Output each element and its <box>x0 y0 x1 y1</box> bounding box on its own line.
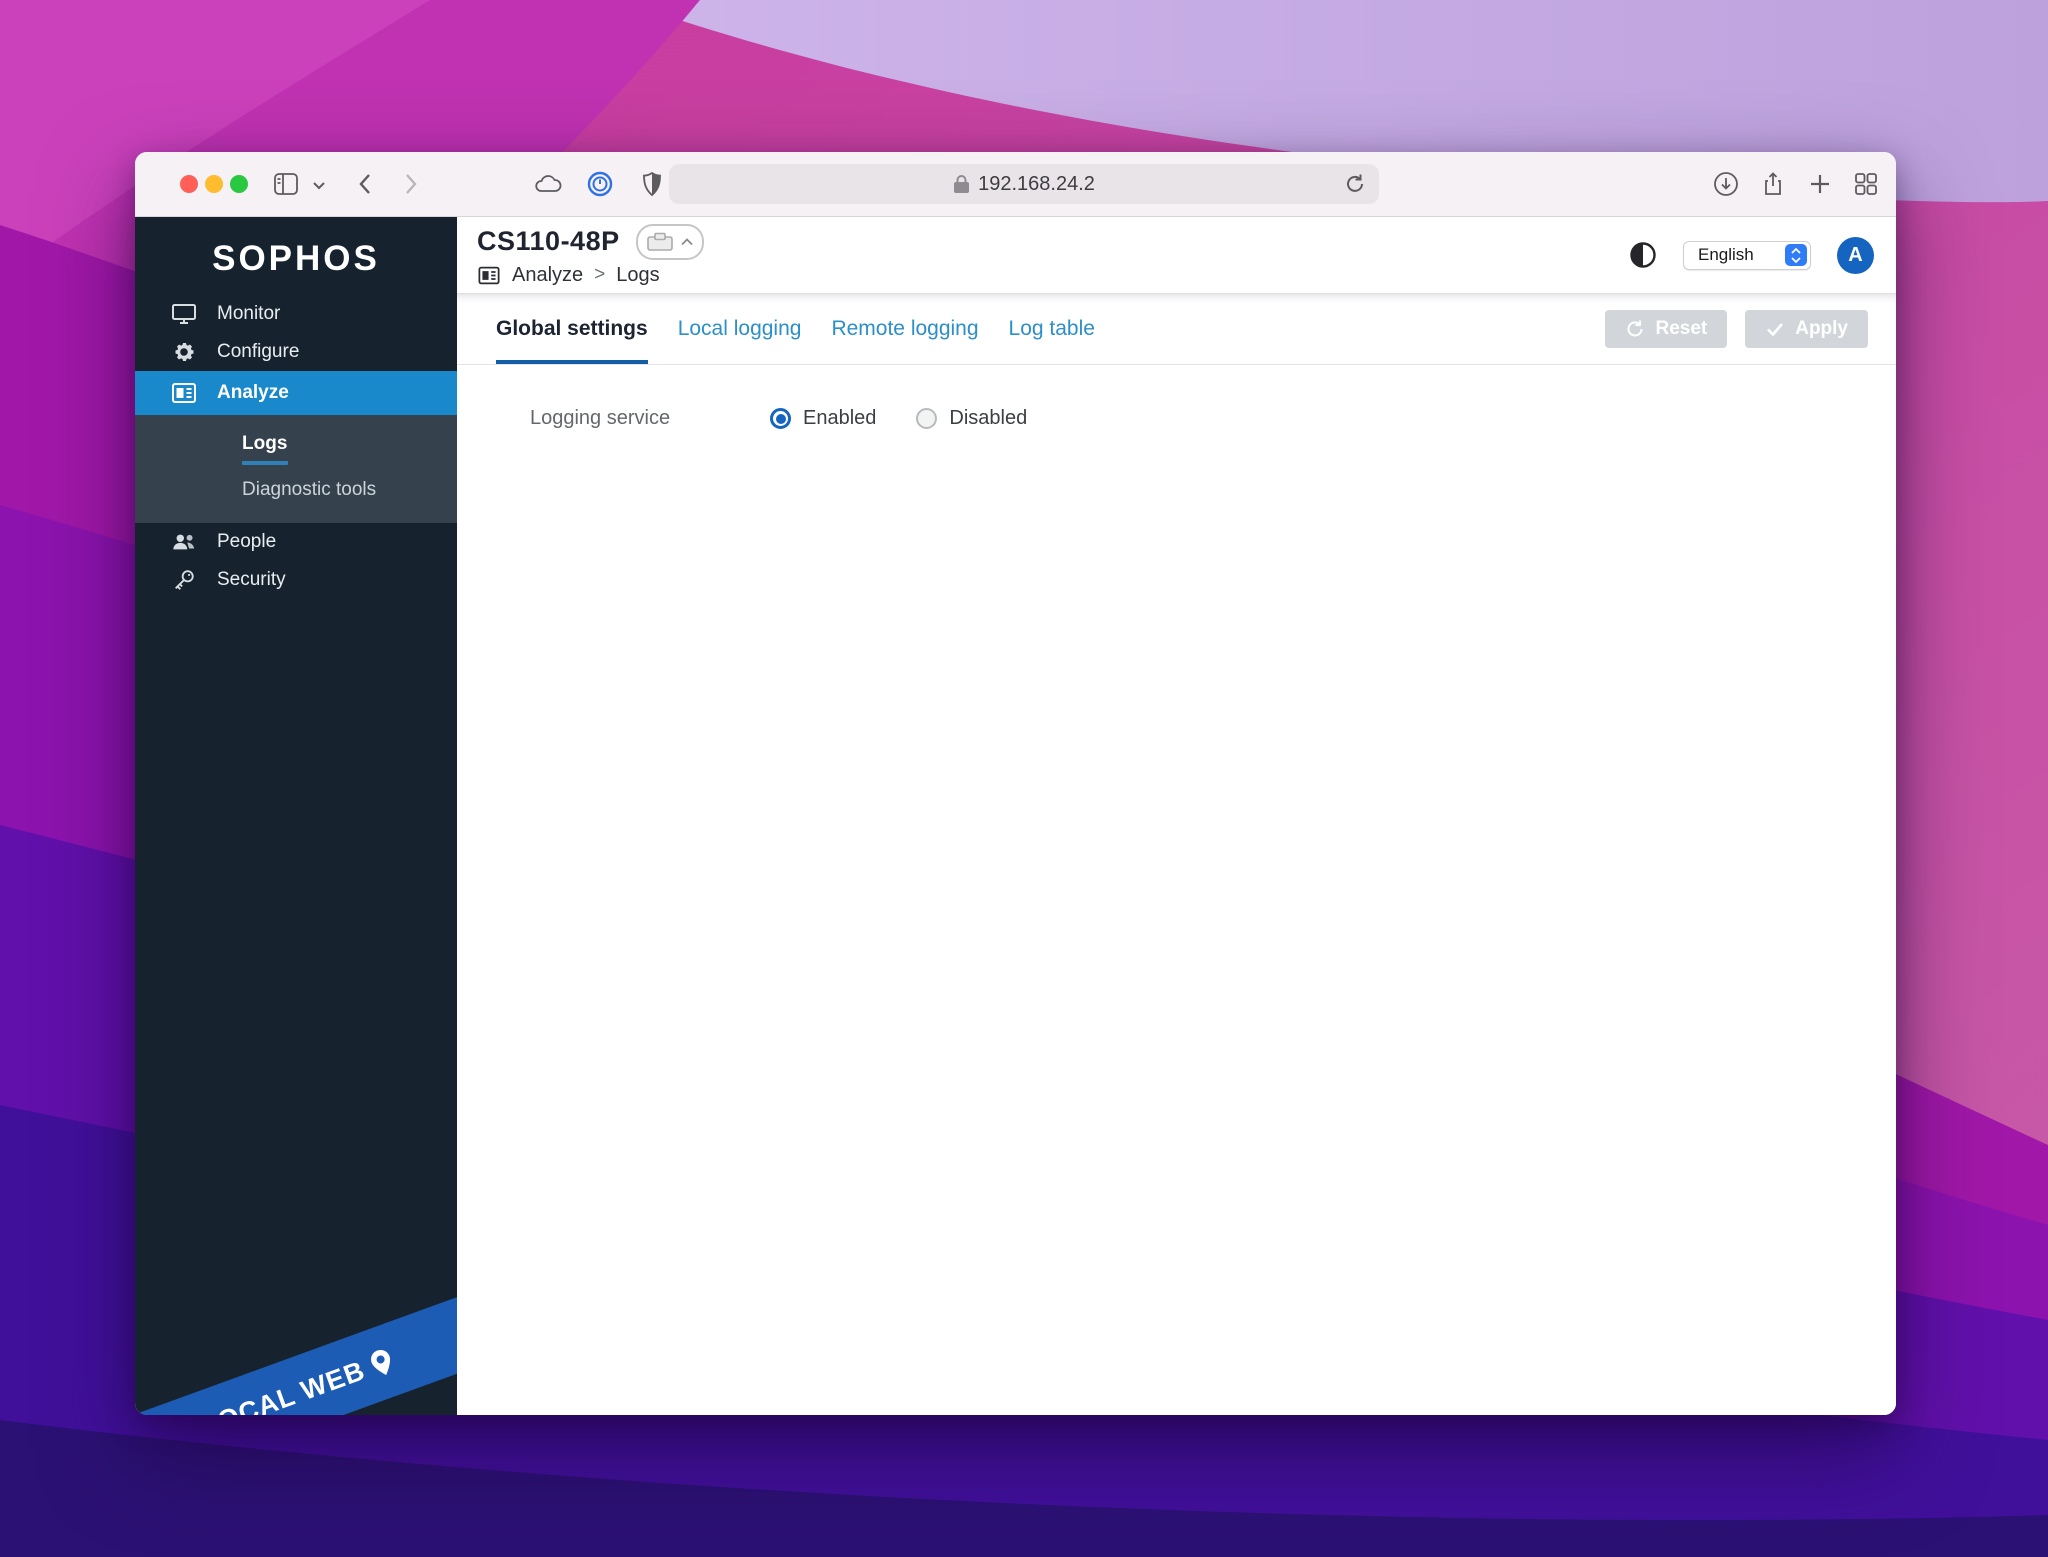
refresh-icon <box>1627 320 1643 337</box>
sidebar-toggle-icon[interactable] <box>273 171 299 197</box>
new-tab-icon[interactable] <box>1807 171 1833 197</box>
tab-local-logging[interactable]: Local logging <box>678 294 802 364</box>
forward-icon[interactable] <box>397 171 423 197</box>
reload-icon[interactable] <box>1343 172 1367 196</box>
radio-enabled[interactable] <box>770 408 791 429</box>
select-stepper-icon <box>1785 244 1807 266</box>
zoom-window-button[interactable] <box>230 175 248 193</box>
downloads-icon[interactable] <box>1713 171 1739 197</box>
tab-actions: Reset Apply <box>1605 310 1868 348</box>
tab-overview-icon[interactable] <box>1853 171 1879 197</box>
radio-disabled-label: Disabled <box>949 407 1028 429</box>
tab-global-settings[interactable]: Global settings <box>496 294 648 364</box>
window-main: SOPHOS Monitor Configure Analyze Logs Di… <box>135 217 1896 1415</box>
local-web-ribbon: LOCAL WEB <box>135 1288 457 1415</box>
switch-device-icon <box>647 232 673 251</box>
sidebar-item-label: People <box>217 531 277 552</box>
content-area: CS110-48P Analyze > Logs English A Globa… <box>457 217 1896 1415</box>
sophos-logo: SOPHOS <box>212 239 380 278</box>
sidebar-item-monitor[interactable]: Monitor <box>135 295 457 333</box>
check-icon <box>1767 323 1784 337</box>
sidebar-item-configure[interactable]: Configure <box>135 333 457 371</box>
sidebar-subitem-diagnostic-tools[interactable]: Diagnostic tools <box>135 471 457 509</box>
icloud-icon[interactable] <box>533 171 563 197</box>
logging-service-label: Logging service <box>530 407 671 429</box>
chevron-down-icon[interactable] <box>311 177 327 193</box>
address-bar[interactable]: 192.168.24.2 <box>669 164 1379 204</box>
language-select[interactable]: English <box>1683 240 1811 270</box>
sidebar-subitem-logs[interactable]: Logs <box>135 425 457 457</box>
sidebar-item-label: Monitor <box>217 303 281 324</box>
breadcrumb-section[interactable]: Analyze <box>512 264 583 287</box>
tab-remote-logging[interactable]: Remote logging <box>831 294 978 364</box>
onepassword-icon[interactable] <box>587 171 613 197</box>
sidebar-item-analyze[interactable]: Analyze <box>135 371 457 415</box>
logs-active-underline <box>242 461 288 465</box>
sidebar-item-label: Configure <box>217 341 300 362</box>
logging-service-row: Logging service Enabled Disabled <box>530 407 1856 430</box>
sidebar-item-people[interactable]: People <box>135 523 457 561</box>
page-header: CS110-48P Analyze > Logs English A <box>457 217 1896 294</box>
breadcrumb-analyze-icon <box>478 266 500 284</box>
device-selector-button[interactable] <box>635 223 704 260</box>
apply-button[interactable]: Apply <box>1745 310 1868 348</box>
radio-enabled-label: Enabled <box>803 407 877 429</box>
theme-contrast-toggle-icon[interactable] <box>1629 241 1657 269</box>
sidebar-item-security[interactable]: Security <box>135 561 457 599</box>
lock-icon <box>953 174 970 194</box>
people-icon <box>169 530 199 554</box>
minimize-window-button[interactable] <box>205 175 223 193</box>
monitor-icon <box>169 302 199 326</box>
local-web-label: LOCAL WEB <box>197 1354 369 1415</box>
close-window-button[interactable] <box>180 175 198 193</box>
avatar-initial: A <box>1848 243 1863 266</box>
key-icon <box>169 568 199 592</box>
user-avatar[interactable]: A <box>1837 236 1874 274</box>
breadcrumb-separator: > <box>594 264 606 285</box>
sophos-sidebar: SOPHOS Monitor Configure Analyze Logs Di… <box>135 217 457 1415</box>
chevron-up-icon <box>681 237 693 245</box>
device-name: CS110-48P <box>477 226 620 256</box>
global-settings-panel: Logging service Enabled Disabled <box>457 365 1896 1415</box>
logging-enabled-option[interactable]: Enabled <box>770 407 876 430</box>
radio-disabled[interactable] <box>916 408 938 429</box>
sidebar-item-label: Security <box>217 569 286 590</box>
page-header-right: English A <box>1629 236 1874 274</box>
map-pin-icon <box>371 1349 391 1375</box>
breadcrumb: Analyze > Logs <box>477 264 704 287</box>
sidebar-menu: Monitor Configure Analyze Logs Diagnosti… <box>135 295 457 599</box>
tabs: Global settings Local logging Remote log… <box>496 294 1095 364</box>
tab-log-table[interactable]: Log table <box>1009 294 1095 364</box>
logging-disabled-option[interactable]: Disabled <box>916 407 1027 430</box>
back-icon[interactable] <box>353 171 379 197</box>
url-text: 192.168.24.2 <box>978 172 1095 195</box>
language-value: English <box>1698 245 1754 264</box>
browser-titlebar: 192.168.24.2 <box>135 152 1896 217</box>
safari-window: 192.168.24.2 SOPHOS Monitor Configure An… <box>135 152 1896 1415</box>
settings-tabbar: Global settings Local logging Remote log… <box>457 294 1896 365</box>
reset-button[interactable]: Reset <box>1605 310 1728 348</box>
breadcrumb-page: Logs <box>616 263 660 286</box>
share-icon[interactable] <box>1760 171 1786 197</box>
page-header-left: CS110-48P Analyze > Logs <box>477 223 704 287</box>
gear-icon <box>169 340 199 364</box>
sidebar-item-label: Analyze <box>217 382 289 403</box>
analyze-icon <box>169 381 199 405</box>
analyze-submenu: Logs Diagnostic tools <box>135 415 457 523</box>
privacy-shield-icon[interactable] <box>639 171 665 197</box>
